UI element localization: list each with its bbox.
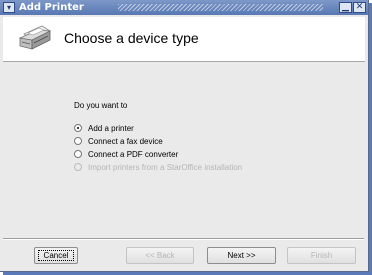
radio-import-staroffice[interactable]: [74, 163, 82, 171]
button-divider: [3, 238, 364, 240]
question-label: Do you want to: [74, 101, 128, 110]
button-label: << Back: [145, 251, 175, 260]
radio-connect-fax[interactable]: [74, 137, 82, 145]
option-label: Connect a fax device: [88, 137, 163, 146]
close-button[interactable]: ✕: [353, 2, 366, 13]
option-import-staroffice[interactable]: Import printers from a StarOffice instal…: [74, 162, 286, 174]
button-label: Finish: [310, 251, 333, 260]
option-label: Import printers from a StarOffice instal…: [88, 163, 243, 172]
radio-connect-pdf[interactable]: [74, 150, 82, 158]
focus-ring: [38, 250, 74, 261]
title-bar-hatch: [118, 4, 323, 11]
option-label: Connect a PDF converter: [88, 150, 179, 159]
cancel-button[interactable]: Cancel: [34, 247, 78, 264]
button-label: Next >>: [227, 251, 256, 260]
back-button[interactable]: << Back: [126, 247, 194, 264]
radio-add-printer[interactable]: [74, 124, 82, 132]
option-add-printer[interactable]: Add a printer: [74, 123, 144, 135]
wizard-content: Do you want to Add a printer Connect a f…: [0, 62, 368, 232]
option-connect-fax[interactable]: Connect a fax device: [74, 136, 172, 148]
window-menu-button[interactable]: ▾: [3, 2, 15, 13]
minimize-button[interactable]: ▁: [339, 2, 352, 13]
add-printer-dialog: ▾ Add Printer ▁ ✕ Choose a device type D…: [0, 0, 369, 272]
next-button[interactable]: Next >>: [207, 247, 276, 264]
page-title: Choose a device type: [64, 30, 199, 46]
title-bar[interactable]: ▾ Add Printer ▁ ✕: [0, 0, 368, 15]
wizard-header: Choose a device type: [3, 17, 365, 62]
printer-icon: [18, 25, 52, 50]
chevron-down-icon: ▾: [6, 3, 11, 12]
close-icon: ✕: [355, 2, 364, 12]
option-label: Add a printer: [88, 124, 134, 133]
window-title: Add Printer: [19, 2, 84, 13]
minimize-icon: ▁: [342, 2, 349, 12]
option-connect-pdf[interactable]: Connect a PDF converter: [74, 149, 190, 161]
finish-button[interactable]: Finish: [287, 247, 356, 264]
